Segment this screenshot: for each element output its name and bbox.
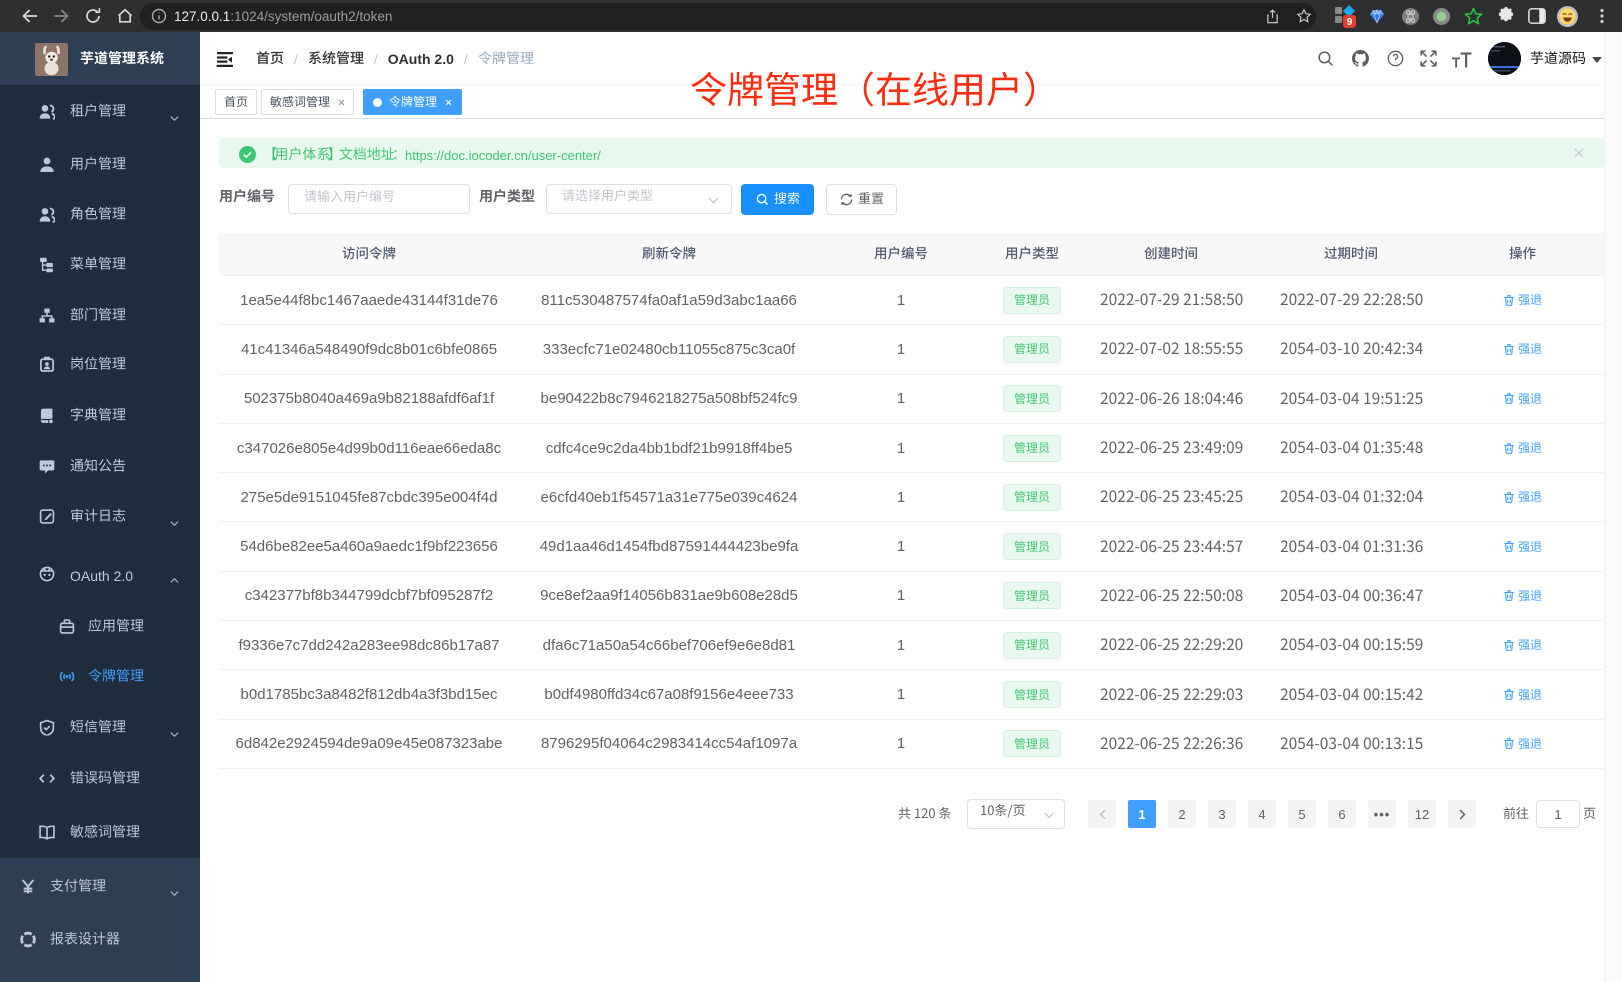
svg-text:9: 9 [1347,17,1353,28]
